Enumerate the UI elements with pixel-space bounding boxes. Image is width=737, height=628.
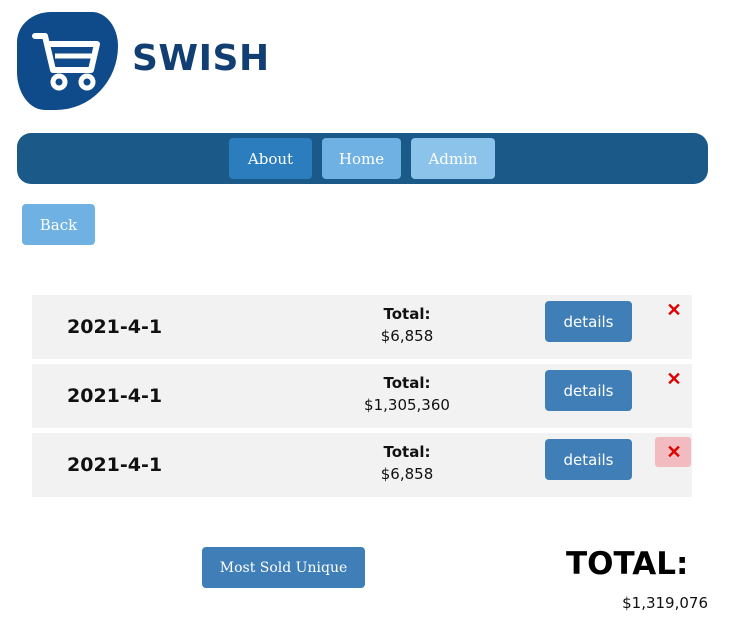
order-total-label: Total: [383, 443, 431, 461]
close-icon[interactable]: ✕ [665, 370, 683, 388]
close-icon[interactable]: ✕ [665, 301, 683, 319]
order-row: 2021-4-1 Total: $6,858 details ✕ [32, 433, 692, 497]
most-sold-unique-button[interactable]: Most Sold Unique [202, 547, 365, 588]
order-date: 2021-4-1 [67, 385, 163, 407]
details-button[interactable]: details [545, 370, 632, 411]
order-total-label: Total: [383, 374, 431, 392]
nav-admin-button[interactable]: Admin [411, 138, 495, 179]
order-total-value: $1,305,360 [364, 396, 450, 414]
back-button[interactable]: Back [22, 204, 95, 245]
order-date: 2021-4-1 [67, 316, 163, 338]
order-total: Total: $6,858 [347, 443, 467, 483]
details-button[interactable]: details [545, 439, 632, 480]
order-total: Total: $1,305,360 [347, 374, 467, 414]
logo [17, 12, 118, 110]
order-total-value: $6,858 [380, 327, 434, 345]
order-total-label: Total: [383, 305, 431, 323]
close-icon[interactable]: ✕ [655, 437, 691, 467]
order-total: Total: $6,858 [347, 305, 467, 345]
navbar: About Home Admin [17, 133, 708, 184]
grand-total-value: $1,319,076 [622, 594, 708, 612]
grand-total-label: TOTAL: [566, 546, 689, 582]
nav-home-button[interactable]: Home [322, 138, 401, 179]
nav-about-button[interactable]: About [229, 138, 312, 179]
order-total-value: $6,858 [380, 465, 434, 483]
order-date: 2021-4-1 [67, 454, 163, 476]
order-row: 2021-4-1 Total: $1,305,360 details ✕ [32, 364, 692, 428]
shopping-cart-icon [32, 33, 100, 91]
order-row: 2021-4-1 Total: $6,858 details ✕ [32, 295, 692, 359]
details-button[interactable]: details [545, 301, 632, 342]
brand-name: SWISH [132, 38, 270, 79]
